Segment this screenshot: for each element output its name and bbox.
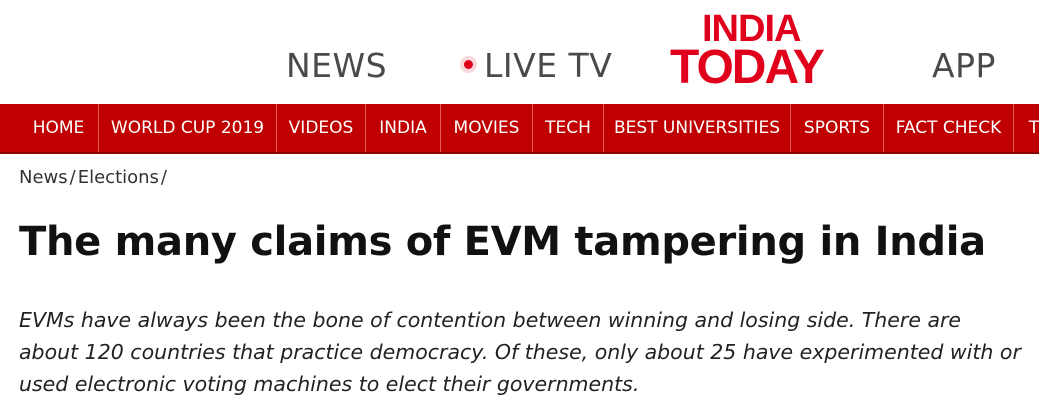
nav-item-fact-check[interactable]: FACT CHECK [884,104,1014,152]
news-link[interactable]: NEWS [286,46,387,85]
logo-line-2: TODAY [670,41,825,94]
live-tv-link[interactable]: LIVE TV [484,46,612,85]
breadcrumb-separator: / [69,167,76,188]
breadcrumb-elections-link[interactable]: Elections [78,167,159,188]
site-header: NEWS LIVE TV INDIA TODAY APP [0,0,1039,104]
nav-item-truncated[interactable]: T [1014,104,1039,152]
article-summary: EVMs have always been the bone of conten… [19,308,1021,396]
nav-item-best-universities[interactable]: BEST UNIVERSITIES [604,104,791,152]
nav-item-sports[interactable]: SPORTS [791,104,884,152]
live-dot-icon [464,60,473,69]
nav-item-videos[interactable]: VIDEOS [277,104,366,152]
breadcrumb-separator: / [160,167,167,188]
breadcrumb-news-link[interactable]: News [19,167,68,188]
main-navbar: HOME WORLD CUP 2019 VIDEOS INDIA MOVIES … [0,104,1039,154]
app-link[interactable]: APP [932,46,996,85]
nav-item-world-cup-2019[interactable]: WORLD CUP 2019 [99,104,277,152]
article-title: The many claims of EVM tampering in Indi… [19,219,986,265]
india-today-logo[interactable]: INDIA TODAY [670,4,862,92]
nav-item-movies[interactable]: MOVIES [441,104,533,152]
nav-item-tech[interactable]: TECH [533,104,604,152]
nav-item-india[interactable]: INDIA [366,104,441,152]
nav-item-home[interactable]: HOME [19,104,99,152]
breadcrumb: News / Elections / [19,167,169,188]
